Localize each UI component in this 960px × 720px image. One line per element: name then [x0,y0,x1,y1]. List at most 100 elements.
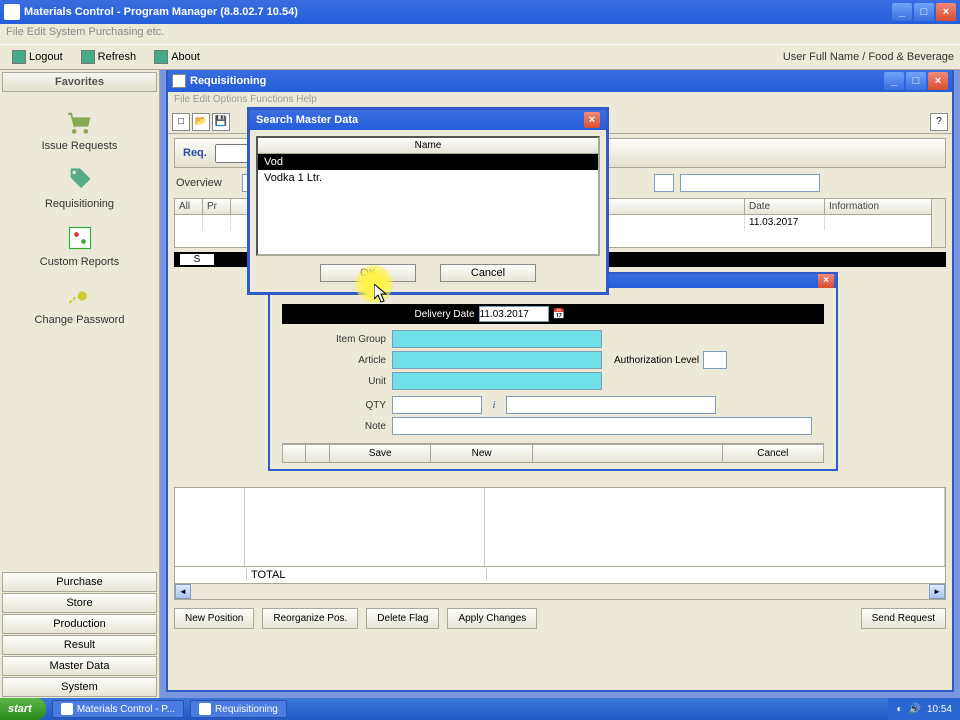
report-icon [63,224,97,252]
item-group-label: Item Group [282,334,392,345]
logout-icon [12,50,26,64]
search-list-header-name[interactable]: Name [258,138,598,154]
sidebar-nav-store[interactable]: Store [2,593,157,613]
save-icon[interactable]: 💾 [212,113,230,131]
open-icon[interactable]: 📂 [192,113,210,131]
note-input[interactable] [392,417,812,435]
user-label: User Full Name / Food & Beverage [783,51,954,63]
search-filter-row[interactable]: Vod [258,154,598,170]
total-row: TOTAL [174,567,946,584]
calendar-icon[interactable]: 📅 [553,309,565,320]
sidebar-item-custom-reports[interactable]: Custom Reports [0,224,159,268]
detail-save-button[interactable]: Save [330,444,431,463]
maximize-button[interactable]: □ [914,3,934,21]
sidebar-nav-system[interactable]: System [2,677,157,697]
mdi-titlebar[interactable]: Requisitioning _ □ × [168,70,952,92]
doc-header-label: Req. [183,147,207,159]
detail-cancel-button[interactable]: Cancel [723,444,824,463]
detail-prev-button[interactable] [282,444,306,463]
new-position-button[interactable]: New Position [174,608,254,629]
search-dialog-titlebar[interactable]: Search Master Data × [250,110,606,130]
search-dialog-close-button[interactable]: × [584,112,600,128]
delivery-date-input[interactable] [479,306,549,322]
clock: 10:54 [927,704,952,715]
about-button[interactable]: About [148,48,206,66]
toolbar: Logout Refresh About User Full Name / Fo… [0,44,960,70]
delete-flag-button[interactable]: Delete Flag [366,608,439,629]
search-ok-button[interactable]: OK [320,264,416,282]
sidebar-item-label: Issue Requests [42,140,118,152]
new-icon[interactable]: □ [172,113,190,131]
search-results-list[interactable]: Name Vod Vodka 1 Ltr. [256,136,600,256]
grid-header-all[interactable]: All [175,199,203,214]
overview-input-2[interactable] [680,174,820,192]
taskbar-item-requisitioning[interactable]: Requisitioning [190,700,287,718]
tag-icon [63,166,97,194]
unit-input[interactable] [392,372,602,390]
sidebar-nav-result[interactable]: Result [2,635,157,655]
qty-input[interactable] [392,396,482,414]
info-icon[interactable]: i [482,399,506,411]
grid-cell-date: 11.03.2017 [745,215,825,230]
menubar[interactable]: File Edit System Purchasing etc. [0,24,960,44]
detail-panel: × Delivery Date 📅 Item Group [268,272,838,471]
scroll-right-icon[interactable]: ► [929,584,945,599]
refresh-button[interactable]: Refresh [75,48,143,66]
sidebar-nav-master-data[interactable]: Master Data [2,656,157,676]
mdi-minimize-button[interactable]: _ [884,72,904,90]
authorization-level-label: Authorization Level [614,355,699,366]
sidebar: Favorites Issue Requests Requisitioning … [0,70,160,698]
detail-new-button[interactable]: New [431,444,532,463]
search-cancel-button[interactable]: Cancel [440,264,536,282]
total-label: TOTAL [247,569,487,581]
mdi-close-button[interactable]: × [928,72,948,90]
authorization-level-input[interactable] [703,351,727,369]
grid-header-info[interactable]: Information [825,199,945,214]
help-icon[interactable]: ? [930,113,948,131]
note-label: Note [282,421,392,432]
sidebar-item-label: Change Password [35,314,125,326]
system-tray[interactable]: ◐ 🔊 10:54 [888,698,960,720]
sidebar-item-label: Custom Reports [40,256,119,268]
reorganize-pos-button[interactable]: Reorganize Pos. [262,608,358,629]
taskbar-item-materials-control[interactable]: Materials Control - P... [52,700,184,718]
detail-close-button[interactable]: × [818,274,834,288]
scroll-left-icon[interactable]: ◄ [175,584,191,599]
logout-button[interactable]: Logout [6,48,69,66]
qty-info-input[interactable] [506,396,716,414]
sidebar-nav-purchase[interactable]: Purchase [2,572,157,592]
sidebar-nav-production[interactable]: Production [2,614,157,634]
key-icon [63,282,97,310]
line-items-grid[interactable] [174,487,946,567]
close-button[interactable]: × [936,3,956,21]
mdi-doc-icon [172,74,186,88]
sidebar-item-label: Requisitioning [45,198,114,210]
tray-icon[interactable]: 🔊 [909,704,921,715]
overview-code[interactable] [654,174,674,192]
search-result-item[interactable]: Vodka 1 Ltr. [258,170,598,186]
grid-vertical-scrollbar[interactable] [931,199,945,247]
taskbar: start Materials Control - P... Requisiti… [0,698,960,720]
about-label: About [171,51,200,63]
unit-label: Unit [282,376,392,387]
bottom-button-bar: New Position Reorganize Pos. Delete Flag… [174,608,946,629]
minimize-button[interactable]: _ [892,3,912,21]
article-input[interactable] [392,351,602,369]
sidebar-item-issue-requests[interactable]: Issue Requests [0,108,159,152]
mdi-maximize-button[interactable]: □ [906,72,926,90]
send-request-button[interactable]: Send Request [861,608,946,629]
start-button[interactable]: start [0,698,46,720]
tray-icon[interactable]: ◐ [896,704,902,715]
sidebar-header: Favorites [2,72,157,92]
refresh-icon [81,50,95,64]
sidebar-item-requisitioning[interactable]: Requisitioning [0,166,159,210]
horizontal-scrollbar[interactable]: ◄ ► [174,584,946,600]
apply-changes-button[interactable]: Apply Changes [447,608,537,629]
item-group-input[interactable] [392,330,602,348]
detail-next-button[interactable] [306,444,330,463]
grid-header-date[interactable]: Date [745,199,825,214]
refresh-label: Refresh [98,51,137,63]
app-logo-icon [4,4,20,20]
sidebar-item-change-password[interactable]: Change Password [0,282,159,326]
grid-header-pr[interactable]: Pr [203,199,231,214]
